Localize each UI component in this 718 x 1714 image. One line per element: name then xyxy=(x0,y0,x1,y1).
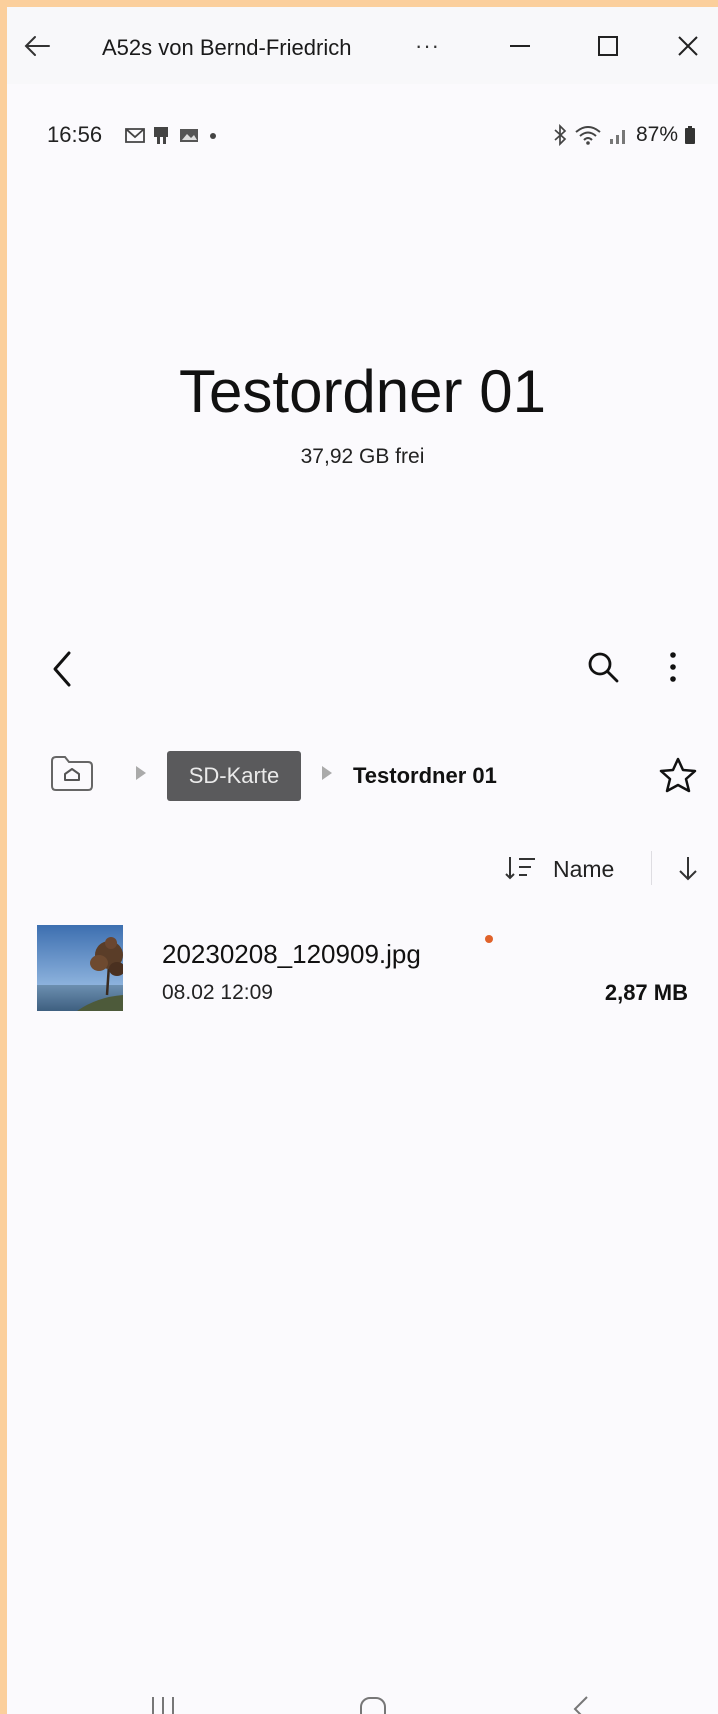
free-space-label: 37,92 GB frei xyxy=(300,445,425,468)
arrow-down-icon[interactable] xyxy=(675,853,701,885)
search-icon[interactable] xyxy=(583,647,623,687)
battery-icon xyxy=(685,126,695,144)
status-time: 16:56 xyxy=(47,122,103,147)
notification-icons xyxy=(124,123,220,147)
file-size: 2,87 MB xyxy=(604,980,688,1005)
back-icon[interactable] xyxy=(567,1691,597,1714)
sort-by-name-button[interactable]: Name xyxy=(553,854,614,884)
more-icon[interactable]: ··· xyxy=(415,31,440,61)
new-indicator-dot xyxy=(485,935,493,943)
home-icon[interactable] xyxy=(353,1693,393,1714)
back-arrow-icon[interactable] xyxy=(21,29,55,63)
sort-icon[interactable] xyxy=(503,853,539,883)
triangle-right-icon xyxy=(133,763,149,783)
wifi-icon xyxy=(575,126,601,145)
app-frame: A52s von Bernd-Friedrich ··· 16:56 87% T… xyxy=(7,7,718,1714)
page-title: Testordner 01 xyxy=(179,358,546,425)
more-vertical-icon[interactable] xyxy=(663,647,683,687)
list-item[interactable]: 20230208_120909.jpg 08.02 12:09 2,87 MB xyxy=(7,907,718,1037)
file-date: 08.02 12:09 xyxy=(162,981,273,1004)
window-title: A52s von Bernd-Friedrich xyxy=(102,35,352,60)
recents-icon[interactable] xyxy=(143,1691,183,1714)
maximize-icon[interactable] xyxy=(591,29,625,63)
file-name: 20230208_120909.jpg xyxy=(162,939,421,969)
chevron-left-icon[interactable] xyxy=(45,647,81,691)
home-folder-icon[interactable] xyxy=(49,753,95,793)
breadcrumb-current[interactable]: Testordner 01 xyxy=(353,761,497,791)
battery-percentage: 87% xyxy=(635,123,678,146)
status-right: 87% xyxy=(552,121,696,149)
signal-icon xyxy=(609,130,625,144)
window-titlebar: A52s von Bernd-Friedrich ··· xyxy=(7,7,718,84)
notification-app-icon xyxy=(154,127,168,144)
divider xyxy=(651,851,652,885)
file-thumbnail xyxy=(37,925,123,1011)
bluetooth-icon xyxy=(554,124,567,146)
gmail-icon xyxy=(125,128,145,143)
minimize-icon[interactable] xyxy=(503,29,537,63)
triangle-right-icon xyxy=(319,763,335,783)
breadcrumb-sd-card[interactable]: SD-Karte xyxy=(167,751,301,801)
close-icon[interactable] xyxy=(671,29,705,63)
image-icon xyxy=(180,129,198,142)
dot-icon xyxy=(210,133,216,139)
star-icon[interactable] xyxy=(657,755,699,797)
